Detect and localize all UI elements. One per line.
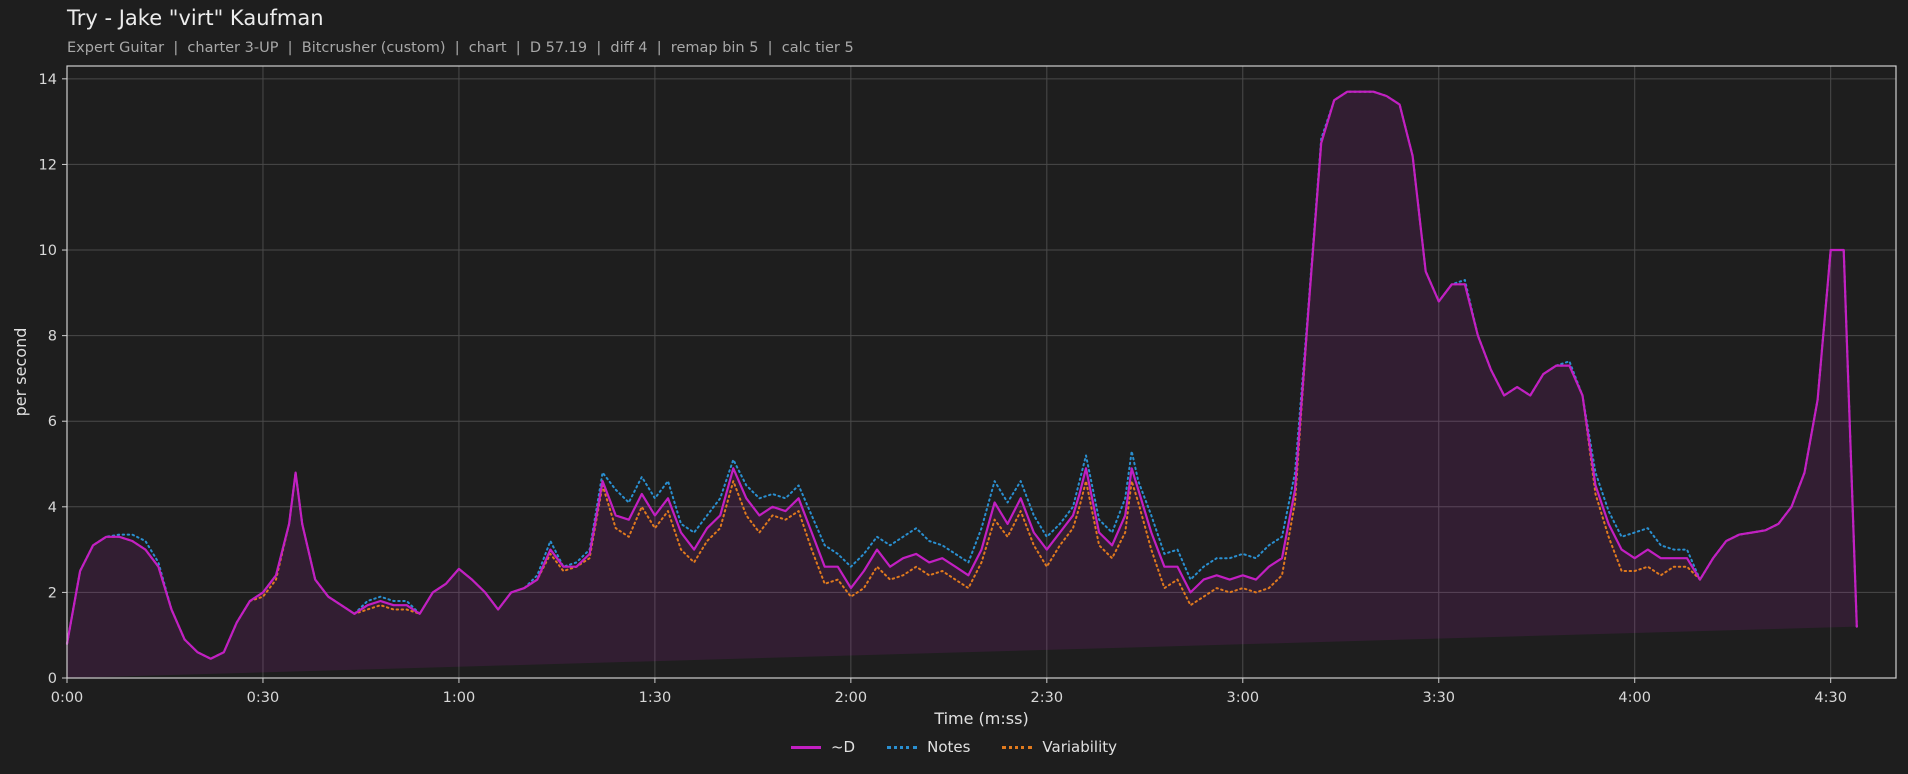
x-tick-label: 1:30 (639, 690, 672, 706)
y-tick-label: 0 (48, 671, 57, 687)
legend-label-variability: Variability (1042, 738, 1118, 756)
y-tick-label: 10 (39, 243, 57, 259)
x-tick-label: 4:30 (1814, 690, 1847, 706)
x-tick-label: 3:30 (1422, 690, 1455, 706)
x-axis-label: Time (m:ss) (933, 709, 1028, 728)
legend-swatch-variability (1002, 745, 1033, 749)
y-tick-label: 4 (48, 500, 57, 516)
legend-label-notes: Notes (927, 738, 971, 756)
chart-legend: ~D Notes Variability (0, 738, 1908, 756)
legend-swatch-notes (887, 745, 918, 749)
x-tick-label: 0:30 (247, 690, 280, 706)
y-tick-label: 8 (48, 329, 57, 345)
legend-item-variability: Variability (1002, 738, 1117, 756)
y-axis-label: per second (11, 328, 30, 417)
y-tick-label: 6 (48, 414, 57, 430)
x-tick-label: 0:00 (51, 690, 84, 706)
x-tick-label: 4:00 (1618, 690, 1651, 706)
y-tick-label: 2 (48, 585, 57, 601)
legend-item-d: ~D (790, 738, 856, 756)
x-tick-label: 1:00 (443, 690, 476, 706)
legend-label-d: ~D (830, 738, 856, 756)
difficulty-chart: 0:00 0:30 1:00 1:30 2:00 2:30 3:00 3:30 4:00 4:30… (11, 65, 1897, 728)
x-tick-label: 3:00 (1227, 690, 1260, 706)
x-tick-label: 2:00 (835, 690, 868, 706)
y-tick-label: 14 (39, 72, 57, 88)
y-tick-label: 12 (39, 157, 57, 173)
legend-swatch-d (790, 745, 821, 749)
legend-item-notes: Notes (887, 738, 970, 756)
x-tick-label: 2:30 (1031, 690, 1064, 706)
